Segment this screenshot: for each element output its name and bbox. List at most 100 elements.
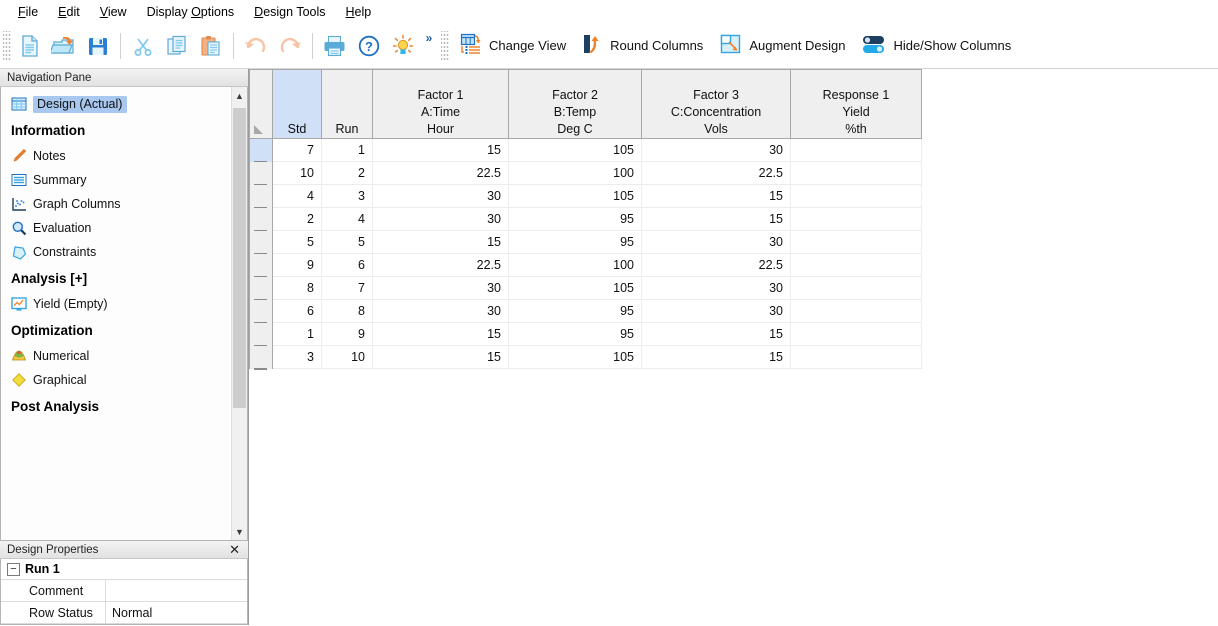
cell-std[interactable]: 3	[272, 345, 322, 369]
cut-icon[interactable]	[126, 29, 160, 63]
table-row[interactable]: 6 8 30 95 30	[249, 299, 922, 324]
table-row[interactable]: 4 3 30 105 15	[249, 184, 922, 209]
change-view-button[interactable]: Change View	[451, 28, 574, 64]
toolbar-grip[interactable]	[3, 30, 11, 61]
new-document-icon[interactable]	[13, 29, 47, 63]
sidebar-item-yield-empty[interactable]: Yield (Empty)	[1, 292, 231, 316]
cell-f1[interactable]: 15	[372, 230, 509, 254]
collapse-expander-icon[interactable]: −	[7, 562, 20, 576]
scroll-down-arrow-icon[interactable]: ▼	[232, 523, 247, 540]
row-selector[interactable]	[249, 138, 273, 163]
cell-r1[interactable]	[790, 230, 922, 254]
cell-f3[interactable]: 15	[641, 322, 791, 346]
sidebar-item-graphical[interactable]: Graphical	[1, 368, 231, 392]
cell-f1[interactable]: 15	[372, 138, 509, 162]
design-properties-group-header[interactable]: − Run 1	[1, 559, 247, 580]
cell-f2[interactable]: 95	[508, 322, 642, 346]
cell-f1[interactable]: 15	[372, 345, 509, 369]
cell-f1[interactable]: 15	[372, 322, 509, 346]
column-header-f1[interactable]: Factor 1 A:Time Hour	[372, 69, 509, 139]
select-all-corner[interactable]	[249, 69, 273, 139]
print-icon[interactable]	[318, 29, 352, 63]
table-row[interactable]: 3 10 15 105 15	[249, 345, 922, 370]
tips-icon[interactable]	[386, 29, 420, 63]
cell-std[interactable]: 7	[272, 138, 322, 162]
design-property-value[interactable]	[106, 580, 247, 601]
row-selector[interactable]	[249, 253, 273, 278]
cell-f2[interactable]: 100	[508, 253, 642, 277]
cell-f2[interactable]: 95	[508, 299, 642, 323]
cell-f2[interactable]: 105	[508, 276, 642, 300]
scrollbar-track[interactable]	[232, 104, 247, 523]
hide-show-columns-button[interactable]: Hide/Show Columns	[853, 28, 1019, 64]
cell-f3[interactable]: 15	[641, 207, 791, 231]
column-header-run[interactable]: Run	[321, 69, 373, 139]
cell-run[interactable]: 2	[321, 161, 373, 185]
table-row[interactable]: 1 9 15 95 15	[249, 322, 922, 347]
cell-std[interactable]: 6	[272, 299, 322, 323]
save-icon[interactable]	[81, 29, 115, 63]
toolbar-overflow-button[interactable]: »	[420, 27, 438, 65]
sidebar-item-summary[interactable]: Summary	[1, 168, 231, 192]
cell-run[interactable]: 6	[321, 253, 373, 277]
menu-item-design-tools[interactable]: Design Tools	[244, 3, 335, 21]
cell-f1[interactable]: 30	[372, 276, 509, 300]
cell-std[interactable]: 4	[272, 184, 322, 208]
copy-icon[interactable]	[160, 29, 194, 63]
table-row[interactable]: 5 5 15 95 30	[249, 230, 922, 255]
cell-r1[interactable]	[790, 253, 922, 277]
cell-std[interactable]: 8	[272, 276, 322, 300]
cell-f3[interactable]: 30	[641, 299, 791, 323]
cell-run[interactable]: 10	[321, 345, 373, 369]
augment-design-button[interactable]: Augment Design	[711, 28, 853, 64]
menu-item-display-options[interactable]: Display Options	[137, 3, 245, 21]
cell-f3[interactable]: 30	[641, 138, 791, 162]
cell-r1[interactable]	[790, 138, 922, 162]
sidebar-item-numerical[interactable]: Numerical	[1, 344, 231, 368]
cell-f2[interactable]: 95	[508, 230, 642, 254]
row-selector[interactable]	[249, 161, 273, 186]
cell-run[interactable]: 5	[321, 230, 373, 254]
cell-f3[interactable]: 22.5	[641, 161, 791, 185]
row-selector[interactable]	[249, 345, 273, 370]
column-header-f2[interactable]: Factor 2 B:Temp Deg C	[508, 69, 642, 139]
round-columns-button[interactable]: Round Columns	[574, 28, 711, 64]
cell-r1[interactable]	[790, 184, 922, 208]
toolbar-grip-2[interactable]	[441, 30, 449, 61]
scrollbar-thumb[interactable]	[233, 108, 246, 408]
cell-f3[interactable]: 30	[641, 276, 791, 300]
column-header-r1[interactable]: Response 1 Yield %th	[790, 69, 922, 139]
table-row[interactable]: 9 6 22.5 100 22.5	[249, 253, 922, 278]
cell-f3[interactable]: 15	[641, 345, 791, 369]
sidebar-item-constraints[interactable]: Constraints	[1, 240, 231, 264]
redo-icon[interactable]	[273, 29, 307, 63]
cell-r1[interactable]	[790, 276, 922, 300]
cell-std[interactable]: 10	[272, 161, 322, 185]
row-selector[interactable]	[249, 276, 273, 301]
cell-run[interactable]: 1	[321, 138, 373, 162]
cell-f3[interactable]: 22.5	[641, 253, 791, 277]
cell-std[interactable]: 9	[272, 253, 322, 277]
cell-f1[interactable]: 30	[372, 184, 509, 208]
menu-item-edit[interactable]: Edit	[48, 3, 90, 21]
cell-f1[interactable]: 30	[372, 299, 509, 323]
table-row[interactable]: 10 2 22.5 100 22.5	[249, 161, 922, 186]
cell-r1[interactable]	[790, 299, 922, 323]
cell-f2[interactable]: 105	[508, 184, 642, 208]
help-icon[interactable]: ?	[352, 29, 386, 63]
cell-r1[interactable]	[790, 161, 922, 185]
cell-run[interactable]: 7	[321, 276, 373, 300]
cell-f1[interactable]: 22.5	[372, 253, 509, 277]
navigation-scrollbar[interactable]: ▲ ▼	[231, 87, 247, 540]
column-header-f3[interactable]: Factor 3 C:Concentration Vols	[641, 69, 791, 139]
cell-r1[interactable]	[790, 207, 922, 231]
design-property-value[interactable]: Normal	[106, 602, 247, 623]
sidebar-item-evaluation[interactable]: Evaluation	[1, 216, 231, 240]
cell-f3[interactable]: 30	[641, 230, 791, 254]
sidebar-item-notes[interactable]: Notes	[1, 144, 231, 168]
cell-std[interactable]: 5	[272, 230, 322, 254]
open-folder-icon[interactable]	[47, 29, 81, 63]
cell-run[interactable]: 4	[321, 207, 373, 231]
paste-icon[interactable]	[194, 29, 228, 63]
scroll-up-arrow-icon[interactable]: ▲	[232, 87, 247, 104]
